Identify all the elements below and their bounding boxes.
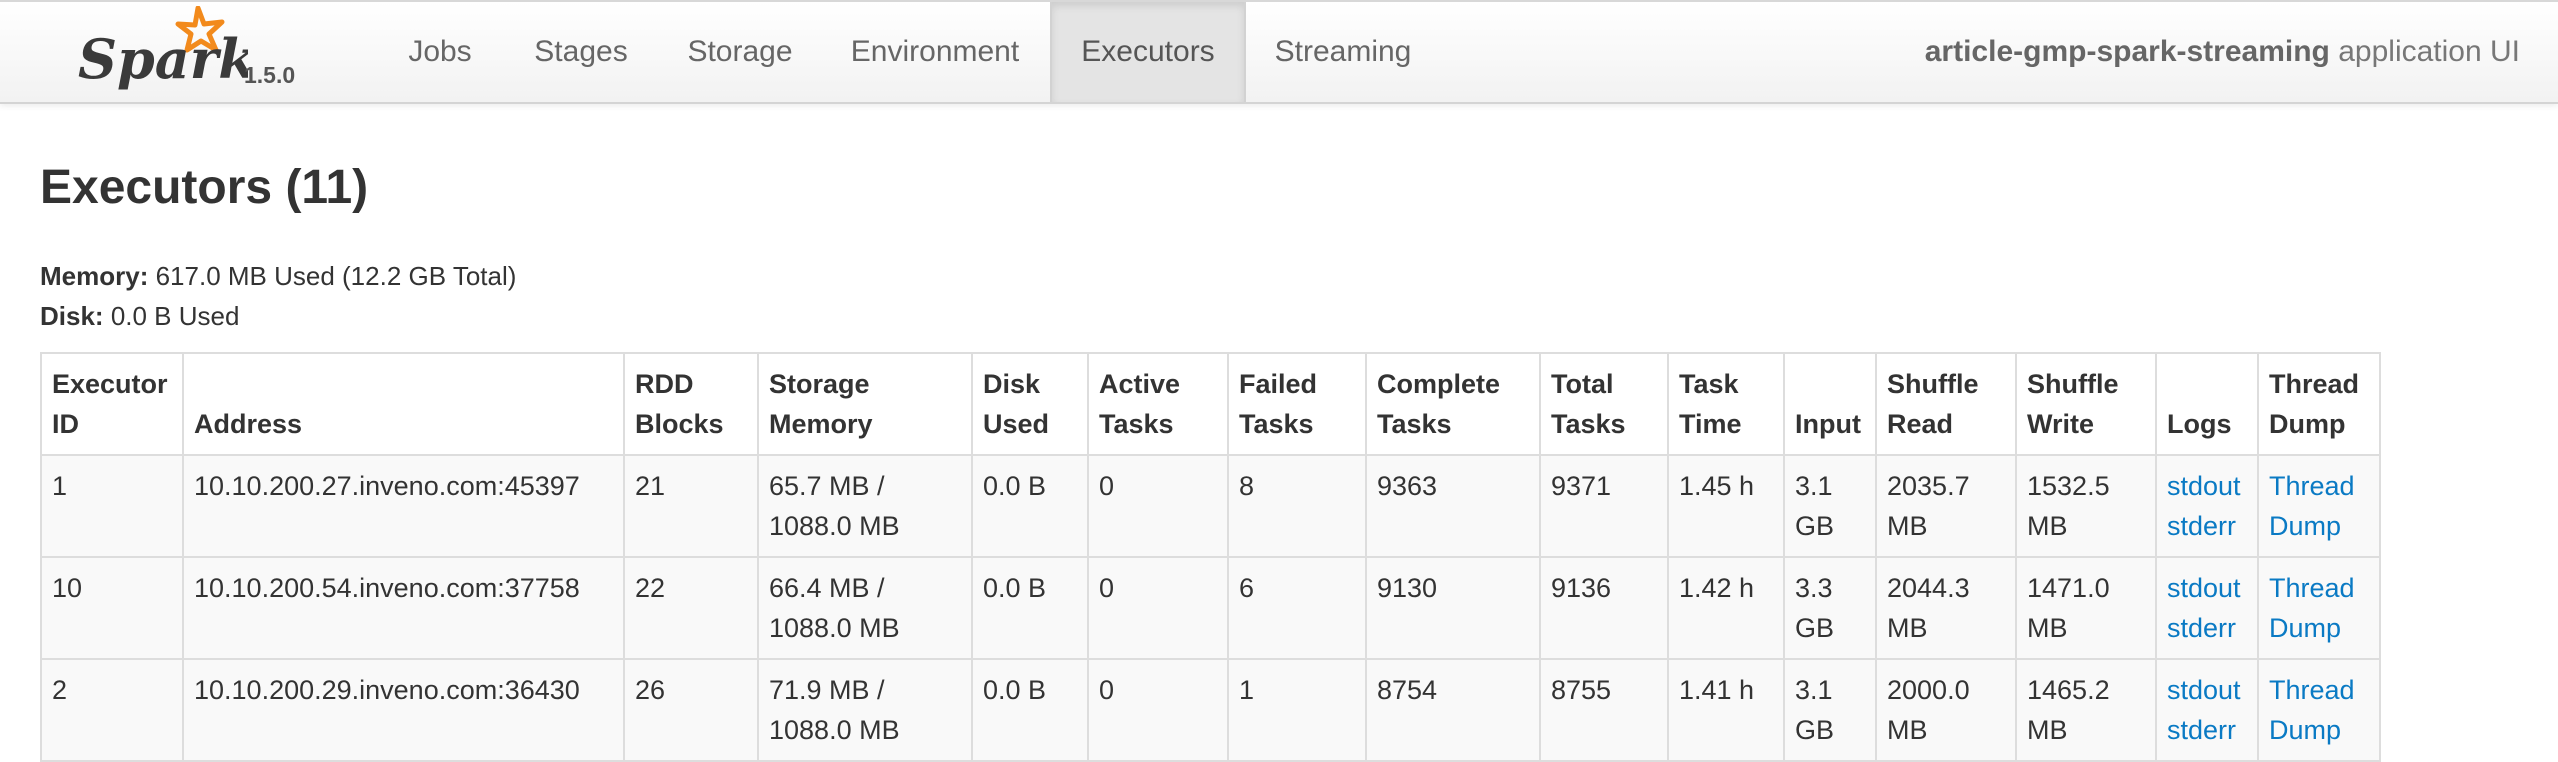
stdout-link[interactable]: stdout (2167, 670, 2247, 710)
input-cell: 3.1 GB (1783, 454, 1877, 558)
shuffle-write-cell: 1532.5 MB (2015, 454, 2157, 558)
active-tasks-cell: 0 (1087, 658, 1229, 762)
memory-value: 617.0 MB Used (12.2 GB Total) (155, 261, 517, 291)
tab-jobs[interactable]: Jobs (386, 2, 494, 102)
storage-memory-cell: 66.4 MB /1088.0 MB (757, 556, 973, 660)
input-cell: 3.3 GB (1783, 556, 1877, 660)
logs-cell: stdout stderr (2155, 658, 2259, 762)
column-header-storage-memory[interactable]: Storage Memory (757, 352, 973, 456)
stderr-link[interactable]: stderr (2167, 506, 2247, 546)
address-cell: 10.10.200.54.inveno.com:37758 (182, 556, 625, 660)
column-header-complete-tasks[interactable]: Complete Tasks (1365, 352, 1541, 456)
tab-executors[interactable]: Executors (1050, 2, 1246, 102)
column-header-disk-used[interactable]: Disk Used (971, 352, 1089, 456)
tab-environment[interactable]: Environment (832, 2, 1038, 102)
shuffle-read-cell: 2044.3 MB (1875, 556, 2017, 660)
active-tasks-cell: 0 (1087, 454, 1229, 558)
column-header-shuffle-read[interactable]: Shuffle Read (1875, 352, 2017, 456)
table-row: 10 10.10.200.54.inveno.com:37758 22 66.4… (40, 556, 2381, 660)
address-cell: 10.10.200.29.inveno.com:36430 (182, 658, 625, 762)
column-header-input[interactable]: Input (1783, 352, 1877, 456)
disk-used-cell: 0.0 B (971, 454, 1089, 558)
stderr-link[interactable]: stderr (2167, 710, 2247, 750)
tab-stages[interactable]: Stages (514, 2, 648, 102)
address-cell: 10.10.200.27.inveno.com:45397 (182, 454, 625, 558)
shuffle-read-cell: 2035.7 MB (1875, 454, 2017, 558)
failed-tasks-cell: 6 (1227, 556, 1367, 660)
column-header-task-time[interactable]: Task Time (1667, 352, 1785, 456)
stdout-link[interactable]: stdout (2167, 466, 2247, 506)
column-header-failed-tasks[interactable]: Failed Tasks (1227, 352, 1367, 456)
tab-streaming[interactable]: Streaming (1262, 2, 1424, 102)
memory-label: Memory: (40, 261, 149, 291)
spark-logo-icon: Spark (78, 6, 248, 91)
disk-value: 0.0 B Used (110, 301, 240, 331)
rdd-blocks-cell: 21 (623, 454, 759, 558)
shuffle-write-cell: 1471.0 MB (2015, 556, 2157, 660)
shuffle-read-cell: 2000.0 MB (1875, 658, 2017, 762)
table-row: 1 10.10.200.27.inveno.com:45397 21 65.7 … (40, 454, 2381, 558)
total-tasks-cell: 8755 (1539, 658, 1669, 762)
thread-dump-link[interactable]: Thread Dump (2269, 466, 2369, 546)
executor-id-cell: 1 (40, 454, 184, 558)
complete-tasks-cell: 8754 (1365, 658, 1541, 762)
application-name: article-gmp-spark-streaming (1924, 35, 2330, 68)
thread-dump-link[interactable]: Thread Dump (2269, 568, 2369, 648)
svg-text:Spark: Spark (78, 27, 248, 91)
total-tasks-cell: 9371 (1539, 454, 1669, 558)
stderr-link[interactable]: stderr (2167, 608, 2247, 648)
stdout-link[interactable]: stdout (2167, 568, 2247, 608)
top-navbar: Spark 1.5.0 Jobs Stages Storage Environm… (0, 0, 2558, 104)
storage-memory-cell: 71.9 MB /1088.0 MB (757, 658, 973, 762)
complete-tasks-cell: 9130 (1365, 556, 1541, 660)
total-tasks-cell: 9136 (1539, 556, 1669, 660)
thread-dump-cell: Thread Dump (2257, 454, 2381, 558)
executor-id-cell: 2 (40, 658, 184, 762)
failed-tasks-cell: 1 (1227, 658, 1367, 762)
complete-tasks-cell: 9363 (1365, 454, 1541, 558)
column-header-logs[interactable]: Logs (2155, 352, 2259, 456)
logs-cell: stdout stderr (2155, 556, 2259, 660)
disk-label: Disk: (40, 301, 104, 331)
memory-summary: Memory: 617.0 MB Used (12.2 GB Total) (40, 256, 516, 296)
disk-used-cell: 0.0 B (971, 658, 1089, 762)
column-header-shuffle-write[interactable]: Shuffle Write (2015, 352, 2157, 456)
thread-dump-link[interactable]: Thread Dump (2269, 670, 2369, 750)
application-title: article-gmp-spark-streaming application … (1925, 2, 2520, 102)
shuffle-write-cell: 1465.2 MB (2015, 658, 2157, 762)
table-row: 2 10.10.200.29.inveno.com:36430 26 71.9 … (40, 658, 2381, 762)
column-header-active-tasks[interactable]: Active Tasks (1087, 352, 1229, 456)
disk-summary: Disk: 0.0 B Used (40, 296, 516, 336)
task-time-cell: 1.42 h (1667, 556, 1785, 660)
task-time-cell: 1.45 h (1667, 454, 1785, 558)
thread-dump-cell: Thread Dump (2257, 658, 2381, 762)
thread-dump-cell: Thread Dump (2257, 556, 2381, 660)
column-header-rdd-blocks[interactable]: RDD Blocks (623, 352, 759, 456)
executor-id-cell: 10 (40, 556, 184, 660)
spark-version: 1.5.0 (244, 62, 296, 88)
executor-summary: Memory: 617.0 MB Used (12.2 GB Total) Di… (40, 256, 516, 336)
column-header-address[interactable]: Address (182, 352, 625, 456)
input-cell: 3.1 GB (1783, 658, 1877, 762)
disk-used-cell: 0.0 B (971, 556, 1089, 660)
spark-logo[interactable]: Spark 1.5.0 (78, 6, 318, 98)
logs-cell: stdout stderr (2155, 454, 2259, 558)
table-header-row: Executor ID Address RDD Blocks Storage Memo… (40, 352, 2381, 456)
application-suffix: application UI (2338, 35, 2520, 68)
rdd-blocks-cell: 22 (623, 556, 759, 660)
page-title: Executors (11) (40, 161, 369, 214)
column-header-thread-dump[interactable]: Thread Dump (2257, 352, 2381, 456)
column-header-executor-id[interactable]: Executor ID (40, 352, 184, 456)
task-time-cell: 1.41 h (1667, 658, 1785, 762)
failed-tasks-cell: 8 (1227, 454, 1367, 558)
active-tasks-cell: 0 (1087, 556, 1229, 660)
executors-table: Executor ID Address RDD Blocks Storage Memo… (40, 352, 2381, 762)
storage-memory-cell: 65.7 MB /1088.0 MB (757, 454, 973, 558)
tab-storage[interactable]: Storage (668, 2, 812, 102)
rdd-blocks-cell: 26 (623, 658, 759, 762)
column-header-total-tasks[interactable]: Total Tasks (1539, 352, 1669, 456)
